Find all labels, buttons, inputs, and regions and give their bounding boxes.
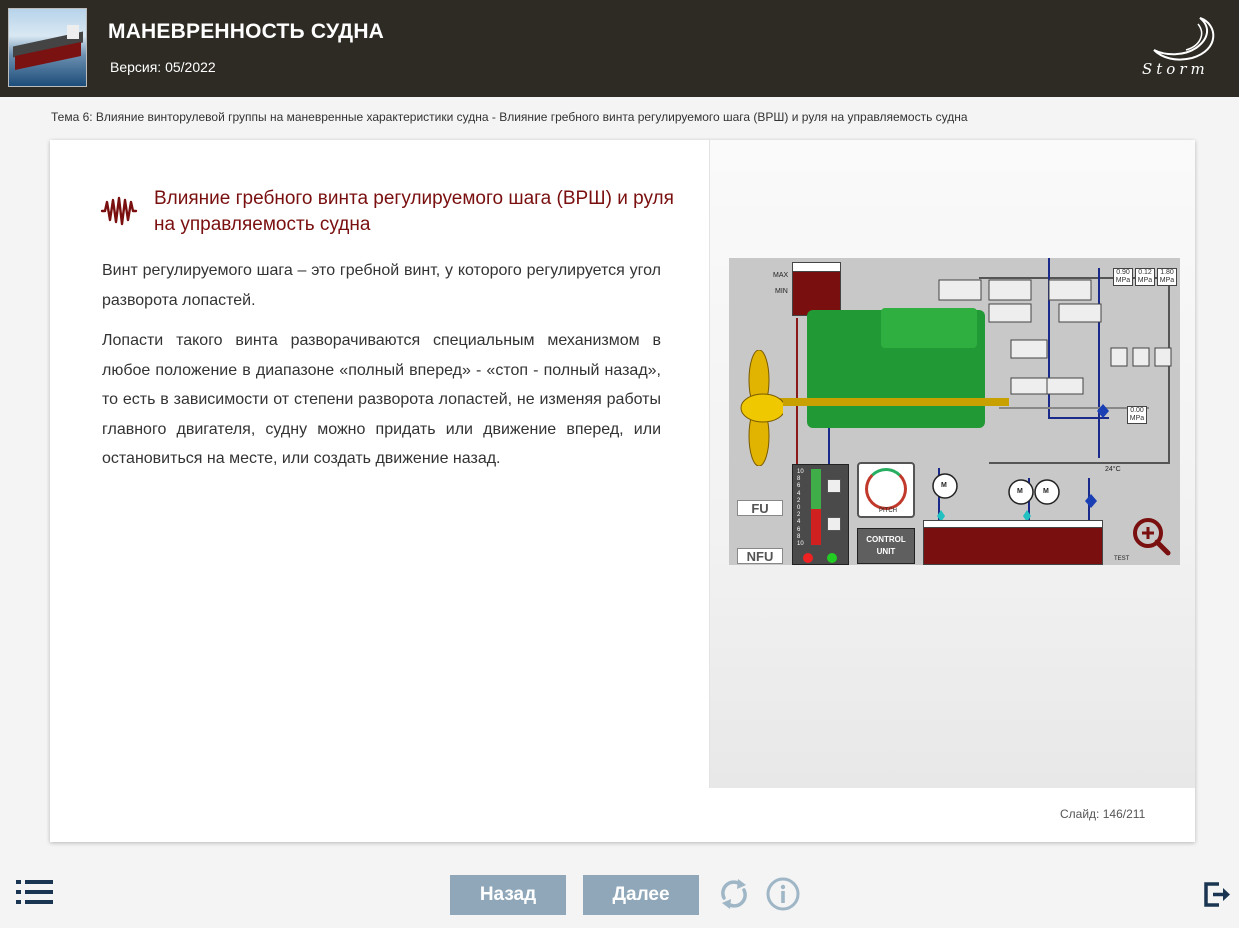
nfu-button[interactable]: NFU [737,548,783,564]
app-header: МАНЕВРЕННОСТЬ СУДНА Версия: 05/2022 Stor… [0,0,1239,97]
course-title: МАНЕВРЕННОСТЬ СУДНА [108,20,385,43]
wave-icon [100,196,138,226]
motor-label: M [1017,488,1023,495]
oil-tank-top [792,262,841,272]
list-menu-icon[interactable] [16,880,53,905]
paragraph: Лопасти такого винта разворачиваются спе… [102,332,661,467]
propeller-shaft [769,398,1009,406]
info-icon[interactable] [765,876,801,912]
next-button[interactable]: Далее [583,875,699,915]
motor-label: M [941,482,947,489]
reload-icon[interactable] [716,876,752,912]
pitch-label: PITCH [879,508,897,514]
course-version: Версия: 05/2022 [110,59,216,75]
tank-min-label: MIN [775,288,788,295]
temperature-label: 24°C [1105,466,1121,473]
engine-top [881,308,977,348]
pressure-readout: 0.12 MPa [1135,268,1155,286]
slide-heading: Влияние гребного винта регулируемого шаг… [154,188,674,235]
slide-counter: Слайд: 146/211 [1060,807,1146,821]
back-button[interactable]: Назад [450,875,566,915]
motor-label: M [1043,488,1049,495]
propeller-icon [740,350,783,466]
tank-max-label: MAX [773,272,789,279]
pressure-readout: 0.90 MPa [1113,268,1133,286]
test-label: TEST [1114,556,1130,562]
slide-card: Влияние гребного винта регулируемого шаг… [50,140,1195,842]
fu-button[interactable]: FU [737,500,783,516]
exit-icon[interactable] [1203,880,1231,908]
pressure-readout: 0.00 MPa [1127,406,1147,424]
zoom-in-icon[interactable] [1131,516,1171,556]
pressure-readout: 1.80 MPa [1157,268,1177,286]
control-unit-box: CONTROL UNIT [857,528,915,564]
pitch-indicator-panel: 10 8 6 4 2 0 2 4 6 8 10 [792,464,849,565]
pitch-gauge: PITCH [857,462,915,518]
sump-tank-top [923,520,1103,528]
course-thumbnail [8,8,87,87]
breadcrumb: Тема 6: Влияние винторулевой группы на м… [51,110,968,124]
pitch-scale: 10 8 6 4 2 0 2 4 6 8 10 [797,469,804,548]
media-panel: MAX MIN 10 8 6 4 2 0 2 4 6 8 10 PITCH CO… [709,140,1195,788]
paragraph: Винт регулируемого шага – это гребной ви… [102,262,661,309]
logo-text: Storm [1142,60,1209,78]
cpp-schematic-image[interactable]: MAX MIN 10 8 6 4 2 0 2 4 6 8 10 PITCH CO… [729,258,1180,565]
